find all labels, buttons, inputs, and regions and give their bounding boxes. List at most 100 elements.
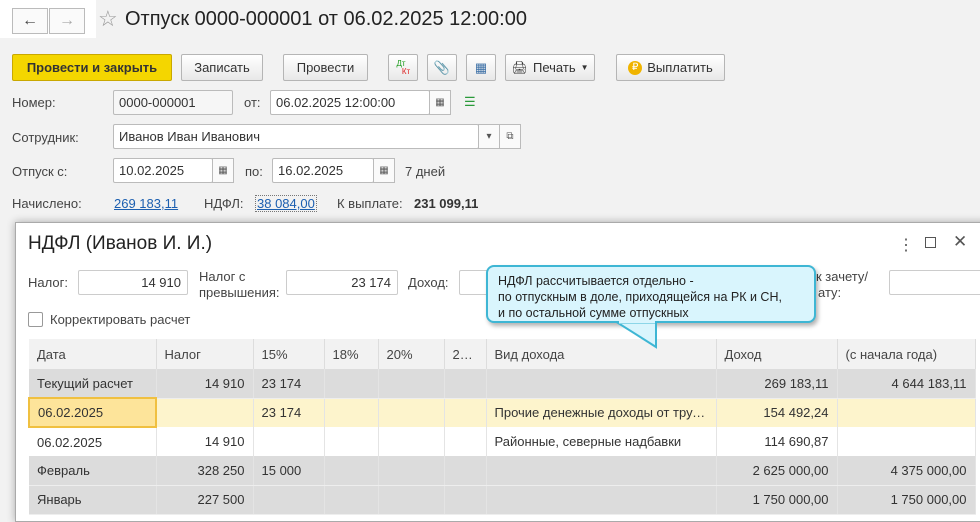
table-cell[interactable]: 14 910	[156, 427, 254, 456]
calendar-icon[interactable]: ▦	[373, 158, 395, 183]
offset-field[interactable]	[889, 270, 980, 295]
table-cell[interactable]: 2 625 000,00	[716, 456, 838, 486]
col-15[interactable]: 15%	[253, 339, 325, 369]
tax-field[interactable]: 14 910	[78, 270, 188, 295]
col-income-type[interactable]: Вид дохода	[486, 339, 717, 369]
calendar-icon[interactable]: ▦	[212, 158, 234, 183]
col-22[interactable]: 22%	[444, 339, 487, 369]
table-cell[interactable]	[444, 485, 487, 515]
col-income[interactable]: Доход	[716, 339, 838, 369]
table-cell[interactable]: 227 500	[156, 485, 254, 515]
table-cell[interactable]: 1 750 000,00	[716, 485, 838, 515]
excess-tax-label: Налог с превышения:	[199, 269, 280, 300]
pay-button[interactable]: ₽ Выплатить	[616, 54, 725, 81]
table-cell[interactable]: 14 910	[156, 369, 254, 399]
table-cell[interactable]	[324, 456, 379, 486]
table-row[interactable]: Февраль 328 250 15 000 2 625 000,00 4 375 00…	[29, 456, 976, 486]
table-cell[interactable]	[378, 456, 445, 486]
table-cell[interactable]	[324, 485, 379, 515]
table-cell[interactable]: Февраль	[29, 456, 157, 486]
dialog-title: НДФЛ (Иванов И. И.)	[28, 233, 213, 254]
to-pay-label: К выплате:	[337, 196, 403, 211]
forward-button[interactable]: →	[49, 8, 85, 34]
table-cell[interactable]: 15 000	[253, 456, 325, 486]
ndfl-dialog: НДФЛ (Иванов И. И.) ⋮ ✕ Налог: 14 910 На…	[15, 222, 980, 522]
printer-icon: 🖨	[511, 59, 528, 75]
dt-kt-button[interactable]: Дт Кт	[388, 54, 418, 81]
table-cell[interactable]: Текущий расчет	[29, 369, 157, 399]
table-cell[interactable]: 23 174	[253, 398, 325, 427]
table-row[interactable]: 06.02.2025 14 910 Районные, северные надба…	[29, 427, 976, 456]
table-cell[interactable]	[444, 369, 487, 399]
calendar-icon[interactable]: ▦	[429, 90, 451, 115]
more-icon[interactable]: ⋮	[898, 235, 914, 255]
table-cell[interactable]: Январь	[29, 485, 157, 515]
post-and-close-button[interactable]: Провести и закрыть	[12, 54, 172, 81]
open-icon[interactable]: ⧉	[499, 124, 521, 149]
table-cell[interactable]	[378, 427, 445, 456]
table-cell[interactable]	[444, 427, 487, 456]
attach-button[interactable]: 📎	[427, 54, 457, 81]
table-header: Дата Налог 15% 18% 20% 22% Вид дохода До…	[29, 339, 976, 369]
table-cell[interactable]	[486, 369, 717, 399]
table-cell[interactable]: Прочие денежные доходы от трудовой деяте…	[486, 398, 717, 427]
table-cell[interactable]	[837, 398, 976, 427]
print-button[interactable]: 🖨 Печать ▼	[505, 54, 595, 81]
table-row[interactable]: 06.02.2025 23 174 Прочие денежные доходы о…	[28, 397, 976, 428]
table-cell[interactable]: 06.02.2025	[29, 427, 157, 456]
table-cell[interactable]: 1 750 000,00	[837, 485, 976, 515]
page-title: Отпуск 0000-000001 от 06.02.2025 12:00:0…	[125, 8, 527, 30]
ndfl-label: НДФЛ:	[204, 196, 244, 211]
table-cell[interactable]	[378, 485, 445, 515]
table-cell[interactable]	[486, 456, 717, 486]
close-icon[interactable]: ✕	[953, 232, 967, 252]
table-cell[interactable]: 23 174	[253, 369, 325, 399]
post-button[interactable]: Провести	[283, 54, 368, 81]
table-cell[interactable]	[324, 369, 379, 399]
table-cell[interactable]: 114 690,87	[716, 427, 838, 456]
table-cell[interactable]	[378, 369, 445, 399]
table-cell[interactable]: Районные, северные надбавки	[486, 427, 717, 456]
table-cell[interactable]	[324, 427, 379, 456]
table-cell[interactable]	[324, 398, 379, 427]
table-cell[interactable]: 154 492,24	[716, 398, 838, 427]
employee-field[interactable]: Иванов Иван Иванович	[113, 124, 479, 149]
col-tax[interactable]: Налог	[156, 339, 254, 369]
table-cell[interactable]	[253, 427, 325, 456]
kt-icon: Кт	[401, 66, 411, 76]
paperclip-icon: 📎	[433, 59, 451, 75]
col-20[interactable]: 20%	[378, 339, 445, 369]
save-button[interactable]: Записать	[181, 54, 263, 81]
table-cell[interactable]	[444, 398, 487, 427]
col-ytd[interactable]: (с начала года)	[837, 339, 976, 369]
table-cell[interactable]	[253, 485, 325, 515]
excess-tax-field[interactable]: 23 174	[286, 270, 398, 295]
vacation-to-field[interactable]: 16.02.2025	[272, 158, 374, 183]
dropdown-chevron-icon[interactable]: ▾	[478, 124, 500, 149]
ndfl-link[interactable]: 38 084,00	[255, 195, 317, 212]
table-cell[interactable]	[156, 398, 254, 427]
favorite-star-icon[interactable]: ☆	[98, 6, 118, 32]
correct-checkbox[interactable]	[28, 312, 43, 327]
col-18[interactable]: 18%	[324, 339, 379, 369]
table-row[interactable]: Текущий расчет 14 910 23 174 269 183,11 4 64…	[29, 369, 976, 399]
document-check-icon[interactable]: ☰	[464, 94, 476, 110]
date-field[interactable]: 06.02.2025 12:00:00	[270, 90, 430, 115]
structure-button[interactable]: ▦	[466, 54, 496, 81]
back-button[interactable]: ←	[12, 8, 48, 34]
table-row[interactable]: Январь 227 500 1 750 000,00 1 750 000,00	[29, 485, 976, 515]
table-cell[interactable]: 06.02.2025	[28, 397, 157, 428]
accrued-link[interactable]: 269 183,11	[114, 196, 178, 211]
table-cell[interactable]: 4 375 000,00	[837, 456, 976, 486]
table-cell[interactable]: 4 644 183,11	[837, 369, 976, 399]
vacation-from-field[interactable]: 10.02.2025	[113, 158, 213, 183]
table-cell[interactable]: 328 250	[156, 456, 254, 486]
number-field[interactable]: 0000-000001	[113, 90, 233, 115]
maximize-icon[interactable]	[925, 237, 936, 248]
table-cell[interactable]	[444, 456, 487, 486]
table-cell[interactable]: 269 183,11	[716, 369, 838, 399]
table-cell[interactable]	[486, 485, 717, 515]
col-date[interactable]: Дата	[29, 339, 157, 369]
table-cell[interactable]	[378, 398, 445, 427]
table-cell[interactable]	[837, 427, 976, 456]
